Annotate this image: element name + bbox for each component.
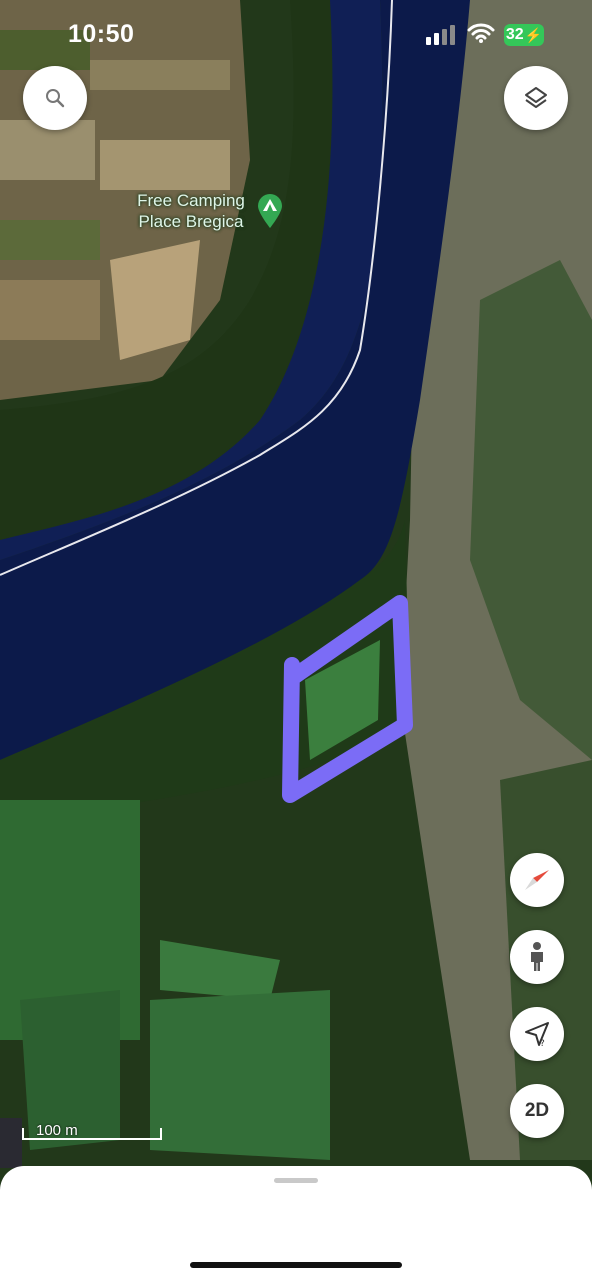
view-mode-toggle[interactable]: 2D — [510, 1084, 564, 1138]
status-bar: 10:50 32 ⚡ — [0, 0, 592, 70]
home-indicator[interactable] — [190, 1262, 402, 1268]
search-button[interactable] — [23, 66, 87, 130]
compass-icon — [525, 870, 549, 890]
my-location-button[interactable]: ? — [510, 1007, 564, 1061]
poi-free-camping-place-bregica[interactable]: Free Camping Place Bregica — [128, 190, 284, 232]
street-view-button[interactable] — [510, 930, 564, 984]
wifi-icon — [467, 23, 495, 43]
scale-label: 100 m — [36, 1122, 78, 1139]
layers-button[interactable] — [504, 66, 568, 130]
poi-name-line1: Free Camping — [137, 191, 245, 210]
poi-label: Free Camping Place Bregica — [128, 190, 254, 232]
camping-tent-icon — [258, 194, 282, 228]
svg-text:?: ? — [540, 1039, 545, 1049]
compass-button[interactable] — [510, 853, 564, 907]
poi-name-line2: Place Bregica — [138, 212, 244, 231]
battery-level: 32 — [505, 26, 524, 43]
view-mode-label: 2D — [524, 1100, 550, 1121]
status-time: 10:50 — [68, 20, 135, 48]
person-icon — [531, 942, 543, 971]
layers-icon — [525, 87, 547, 108]
cellular-signal-icon — [426, 25, 455, 45]
satellite-map[interactable] — [0, 0, 592, 1280]
location-arrow-icon: ? — [525, 1022, 549, 1049]
charging-bolt-icon: ⚡ — [524, 26, 543, 43]
map-scale: 100 m — [22, 1120, 162, 1140]
battery-indicator: 32 ⚡ — [504, 24, 544, 46]
sheet-drag-handle[interactable] — [274, 1178, 318, 1183]
search-icon — [46, 89, 65, 108]
